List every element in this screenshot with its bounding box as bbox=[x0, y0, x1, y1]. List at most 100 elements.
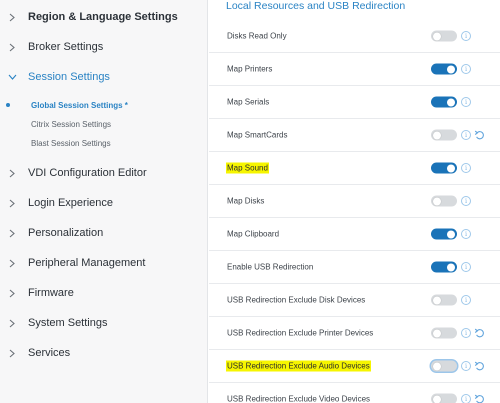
toggle-knob bbox=[433, 131, 441, 139]
setting-toggle[interactable] bbox=[431, 129, 457, 141]
toggle-knob bbox=[433, 329, 441, 337]
subitem-label: Citrix Session Settings bbox=[31, 119, 112, 129]
undo-icon[interactable] bbox=[474, 130, 485, 141]
undo-icon[interactable] bbox=[474, 394, 485, 403]
chevron-right-icon bbox=[7, 348, 17, 358]
setting-row: USB Redirection Exclude Video Devices i bbox=[209, 383, 500, 403]
sidebar-item-vdi-config[interactable]: VDI Configuration Editor bbox=[0, 160, 207, 186]
setting-toggle[interactable] bbox=[431, 30, 457, 42]
setting-row: Map Serials i bbox=[209, 86, 500, 119]
toggle-knob bbox=[433, 32, 441, 40]
info-glyph: i bbox=[464, 262, 468, 271]
setting-label: Map SmartCards bbox=[227, 130, 288, 140]
sidebar-item-label: Login Experience bbox=[28, 197, 114, 209]
subitem-blast-session[interactable]: Blast Session Settings bbox=[0, 134, 207, 152]
settings-panel: Local Resources and USB Redirection Disk… bbox=[209, 0, 500, 403]
subitem-label: Blast Session Settings bbox=[31, 138, 111, 148]
setting-label: USB Redirection Exclude Disk Devices bbox=[227, 295, 366, 305]
setting-toggle[interactable] bbox=[431, 294, 457, 306]
setting-row: Disks Read Only i bbox=[209, 20, 500, 53]
chevron-right-icon bbox=[7, 258, 17, 268]
setting-label: Map Disks bbox=[227, 196, 265, 206]
setting-row: Map Disks i bbox=[209, 185, 500, 218]
sidebar-item-label: Personalization bbox=[28, 227, 104, 239]
info-icon[interactable]: i bbox=[461, 229, 471, 239]
toggle-knob bbox=[447, 65, 455, 73]
setting-toggle[interactable] bbox=[431, 393, 457, 403]
toggle-knob bbox=[433, 395, 441, 403]
toggle-knob bbox=[447, 230, 455, 238]
info-icon[interactable]: i bbox=[461, 196, 471, 206]
toggle-knob bbox=[433, 296, 441, 304]
section-title: Local Resources and USB Redirection bbox=[226, 0, 406, 12]
sidebar-item-label: Firmware bbox=[28, 287, 74, 299]
subitem-citrix-session[interactable]: Citrix Session Settings bbox=[0, 115, 207, 133]
setting-toggle[interactable] bbox=[431, 96, 457, 108]
chevron-right-icon bbox=[7, 12, 17, 22]
sidebar-item-label: Session Settings bbox=[28, 71, 110, 83]
info-glyph: i bbox=[464, 64, 468, 73]
setting-label: USB Redirection Exclude Printer Devices bbox=[227, 328, 374, 338]
sidebar-item-session[interactable]: Session Settings bbox=[0, 64, 207, 90]
sidebar-item-peripheral[interactable]: Peripheral Management bbox=[0, 250, 207, 276]
undo-icon[interactable] bbox=[474, 328, 485, 339]
sidebar-item-login[interactable]: Login Experience bbox=[0, 190, 207, 216]
info-icon[interactable]: i bbox=[461, 328, 471, 338]
info-glyph: i bbox=[464, 97, 468, 106]
chevron-down-icon bbox=[7, 72, 17, 82]
info-glyph: i bbox=[464, 229, 468, 238]
chevron-right-icon bbox=[7, 318, 17, 328]
info-icon[interactable]: i bbox=[461, 130, 471, 140]
sidebar-item-firmware[interactable]: Firmware bbox=[0, 280, 207, 306]
toggle-knob bbox=[447, 263, 455, 271]
info-icon[interactable]: i bbox=[461, 97, 471, 107]
undo-icon[interactable] bbox=[474, 361, 485, 372]
info-icon[interactable]: i bbox=[461, 163, 471, 173]
sidebar-item-region-language[interactable]: Region & Language Settings bbox=[0, 4, 207, 30]
subitem-global-session[interactable]: Global Session Settings * bbox=[0, 96, 207, 114]
setting-row: Map Sound i bbox=[209, 152, 500, 185]
sidebar-item-label: Peripheral Management bbox=[28, 257, 146, 269]
setting-toggle[interactable] bbox=[431, 195, 457, 207]
setting-row: USB Redirection Exclude Printer Devices i bbox=[209, 317, 500, 350]
setting-label: Enable USB Redirection bbox=[227, 262, 314, 272]
sidebar-item-label: Region & Language Settings bbox=[28, 11, 178, 23]
info-icon[interactable]: i bbox=[461, 64, 471, 74]
sidebar: Region & Language Settings Broker Settin… bbox=[0, 0, 208, 403]
chevron-right-icon bbox=[7, 288, 17, 298]
chevron-right-icon bbox=[7, 168, 17, 178]
info-glyph: i bbox=[464, 163, 468, 172]
setting-row: USB Redirection Exclude Disk Devices i bbox=[209, 284, 500, 317]
sidebar-item-broker[interactable]: Broker Settings bbox=[0, 34, 207, 60]
setting-label: Map Serials bbox=[227, 97, 270, 107]
info-glyph: i bbox=[464, 31, 468, 40]
chevron-right-icon bbox=[7, 198, 17, 208]
info-icon[interactable]: i bbox=[461, 262, 471, 272]
chevron-right-icon bbox=[7, 42, 17, 52]
info-icon[interactable]: i bbox=[461, 295, 471, 305]
setting-label: Map Clipboard bbox=[227, 229, 280, 239]
setting-row: Enable USB Redirection i bbox=[209, 251, 500, 284]
subitem-label: Global Session Settings * bbox=[31, 100, 128, 110]
sidebar-item-personalization[interactable]: Personalization bbox=[0, 220, 207, 246]
setting-toggle[interactable] bbox=[431, 63, 457, 75]
setting-row: USB Redirection Exclude Audio Devices i bbox=[209, 350, 500, 383]
setting-toggle[interactable] bbox=[431, 162, 457, 174]
setting-row: Map Printers i bbox=[209, 53, 500, 86]
setting-label: Map Sound bbox=[226, 162, 269, 174]
setting-toggle[interactable] bbox=[431, 360, 457, 372]
info-glyph: i bbox=[464, 196, 468, 205]
setting-toggle[interactable] bbox=[431, 327, 457, 339]
info-icon[interactable]: i bbox=[461, 361, 471, 371]
setting-toggle[interactable] bbox=[431, 228, 457, 240]
chevron-right-icon bbox=[7, 228, 17, 238]
sidebar-item-label: Broker Settings bbox=[28, 41, 104, 53]
sidebar-item-system[interactable]: System Settings bbox=[0, 310, 207, 336]
info-icon[interactable]: i bbox=[461, 394, 471, 403]
setting-row: Map SmartCards i bbox=[209, 119, 500, 152]
info-glyph: i bbox=[464, 361, 468, 370]
setting-toggle[interactable] bbox=[431, 261, 457, 273]
sidebar-item-services[interactable]: Services bbox=[0, 340, 207, 366]
toggle-knob bbox=[447, 98, 455, 106]
info-icon[interactable]: i bbox=[461, 31, 471, 41]
